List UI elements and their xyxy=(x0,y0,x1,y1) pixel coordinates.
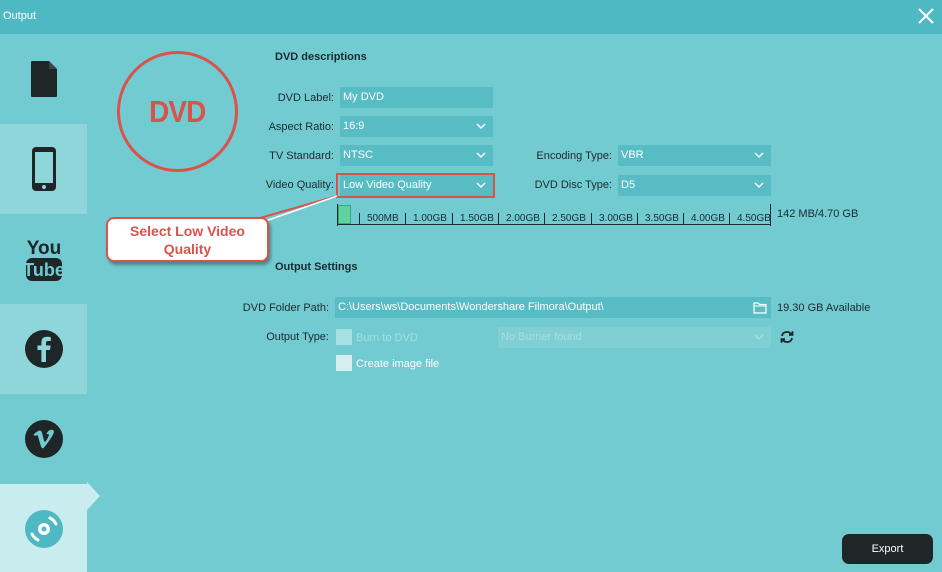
create-image-checkbox[interactable] xyxy=(336,355,352,371)
burn-to-dvd-label: Burn to DVD xyxy=(356,332,418,344)
size-tick-mark xyxy=(637,213,638,225)
export-button[interactable]: Export xyxy=(842,534,933,564)
sidebar-item-youtube[interactable]: You Tube xyxy=(0,214,87,304)
chevron-down-icon xyxy=(754,152,764,159)
chevron-down-icon xyxy=(754,182,764,189)
tv-standard-value: NTSC xyxy=(343,149,373,161)
facebook-icon xyxy=(24,330,63,368)
sidebar-item-facebook[interactable] xyxy=(0,304,87,394)
disc-size-bar-axis xyxy=(337,224,771,225)
disc-type-select[interactable]: D5 xyxy=(618,175,771,196)
file-icon xyxy=(30,61,57,97)
size-tick-mark xyxy=(729,213,730,225)
disc-type-label: DVD Disc Type: xyxy=(534,179,612,191)
size-tick-label: 2.00GB xyxy=(506,213,540,224)
size-tick-label: 1.00GB xyxy=(413,213,447,224)
size-tick-label: 2.50GB xyxy=(552,213,586,224)
disc-size-bar: 500MB 1.00GB 1.50GB 2.00GB 2.50GB 3.00GB 3.50G… xyxy=(337,204,771,226)
size-tick-label: 4.00GB xyxy=(691,213,725,224)
callout-line-2: Quality xyxy=(163,241,212,257)
phone-icon xyxy=(31,147,56,191)
close-icon[interactable] xyxy=(916,6,936,26)
folder-path-input[interactable]: C:\Users\ws\Documents\Wondershare Filmor… xyxy=(335,297,771,318)
size-tick-label: 3.00GB xyxy=(599,213,633,224)
aspect-ratio-label: Aspect Ratio: xyxy=(268,121,334,133)
window-title: Output xyxy=(3,10,37,22)
size-tick-label: 4.50GB xyxy=(737,213,771,224)
sidebar-item-vimeo[interactable] xyxy=(0,394,87,484)
disc-type-value: D5 xyxy=(621,179,636,191)
sidebar-item-local-file[interactable] xyxy=(0,34,87,124)
size-tick-mark xyxy=(591,213,592,225)
svg-text:You: You xyxy=(26,238,60,259)
youtube-icon: You Tube xyxy=(24,238,64,281)
dvd-logo: DVD xyxy=(117,51,238,172)
dvd-descriptions-title: DVD descriptions xyxy=(275,51,367,63)
chevron-down-icon xyxy=(476,152,486,159)
create-image-label: Create image file xyxy=(356,358,440,370)
video-quality-highlight xyxy=(336,173,495,198)
burner-value: No Burner found xyxy=(501,331,582,343)
encoding-type-value: VBR xyxy=(621,149,644,161)
dvd-label-input[interactable]: My DVD xyxy=(340,87,493,108)
size-tick-mark xyxy=(452,213,453,225)
vimeo-icon xyxy=(24,420,63,458)
disc-size-used-fill xyxy=(338,205,351,224)
tv-standard-select[interactable]: NTSC xyxy=(340,145,493,166)
title-bar: Output xyxy=(0,0,942,34)
chevron-down-icon xyxy=(754,334,764,341)
refresh-icon[interactable] xyxy=(779,329,795,345)
output-type-label: Output Type: xyxy=(266,331,329,343)
folder-path-value: C:\Users\ws\Documents\Wondershare Filmor… xyxy=(338,301,604,313)
disc-size-summary: 142 MB/4.70 GB xyxy=(777,208,859,220)
burner-select[interactable]: No Burner found xyxy=(498,327,771,348)
dvd-label-label: DVD Label: xyxy=(277,92,334,104)
disc-icon xyxy=(24,510,63,548)
callout-line-1: Select Low Video xyxy=(130,223,245,239)
size-tick-mark xyxy=(405,213,406,225)
tv-standard-label: TV Standard: xyxy=(269,150,334,162)
size-tick-mark xyxy=(498,213,499,225)
output-settings-title: Output Settings xyxy=(275,261,358,273)
sidebar: You Tube xyxy=(0,34,87,572)
dvd-logo-text: DVD xyxy=(149,93,206,129)
callout-select-low-quality: Select Low Video Quality xyxy=(106,217,269,262)
size-tick-label: 1.50GB xyxy=(460,213,494,224)
burn-to-dvd-checkbox[interactable] xyxy=(336,329,352,345)
encoding-type-label: Encoding Type: xyxy=(536,150,612,162)
sidebar-item-device[interactable] xyxy=(0,124,87,214)
size-tick-mark xyxy=(683,213,684,225)
folder-path-label: DVD Folder Path: xyxy=(242,302,329,314)
size-tick-label: 3.50GB xyxy=(645,213,679,224)
folder-icon[interactable] xyxy=(753,301,767,314)
size-tick-mark xyxy=(359,213,360,225)
svg-text:Tube: Tube xyxy=(24,260,64,280)
aspect-ratio-value: 16:9 xyxy=(343,120,365,132)
encoding-type-select[interactable]: VBR xyxy=(618,145,771,166)
available-space: 19.30 GB Available xyxy=(777,302,871,314)
dvd-label-value: My DVD xyxy=(343,91,384,103)
size-tick-label: 500MB xyxy=(367,213,399,224)
active-tab-pointer xyxy=(87,482,100,510)
size-tick-mark xyxy=(544,213,545,225)
chevron-down-icon xyxy=(476,123,486,130)
video-quality-label: Video Quality: xyxy=(265,179,334,191)
aspect-ratio-select[interactable]: 16:9 xyxy=(340,116,493,137)
sidebar-item-dvd[interactable] xyxy=(0,484,87,572)
